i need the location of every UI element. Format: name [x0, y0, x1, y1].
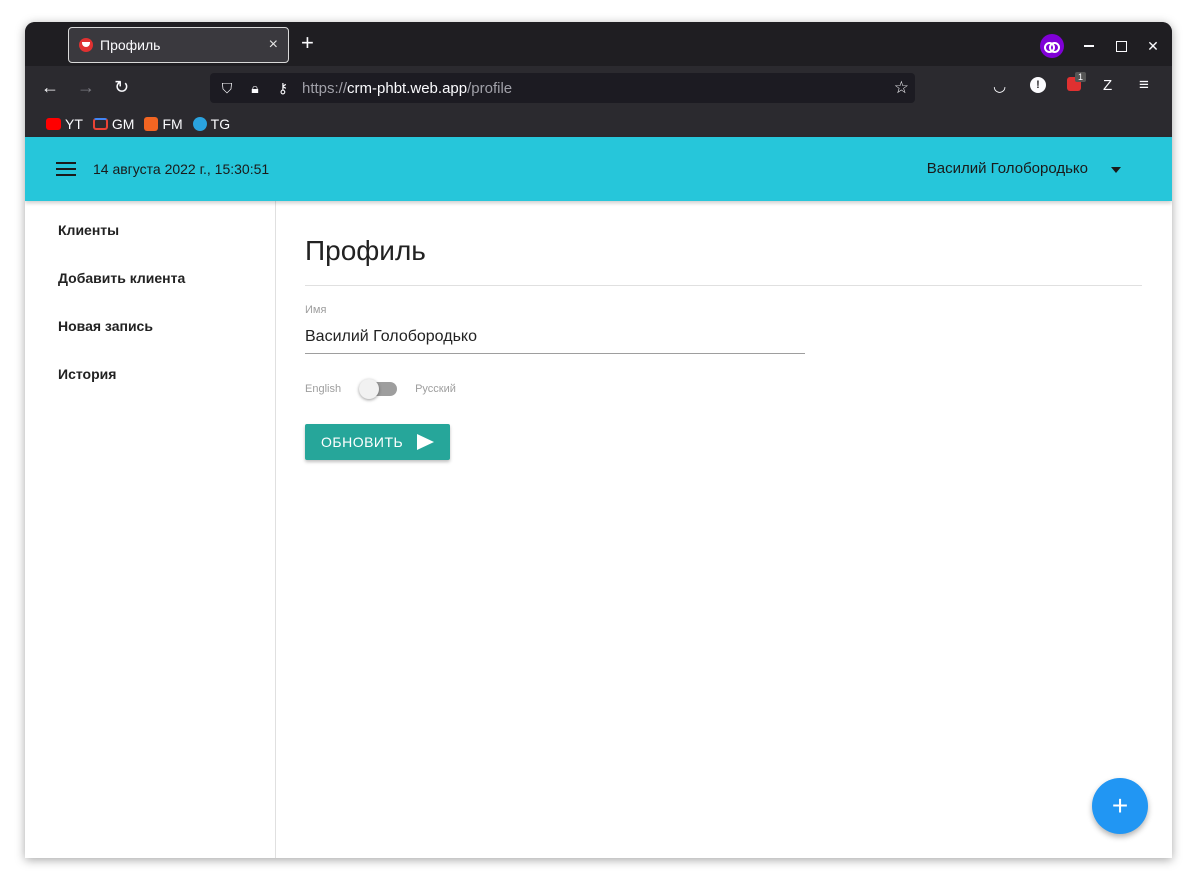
language-switch-row: English Русский: [305, 379, 1142, 399]
minimize-button[interactable]: [1082, 39, 1096, 53]
fm-icon: [144, 116, 159, 131]
sidebar-item-clients[interactable]: Клиенты: [25, 206, 275, 254]
toggle-knob[interactable]: [359, 379, 380, 399]
back-icon[interactable]: ←: [41, 77, 59, 98]
bookmarks-bar: YT GM FM TG: [25, 110, 1172, 137]
url-protocol: https://: [302, 79, 348, 97]
update-button-label: ОБНОВИТЬ: [321, 434, 404, 450]
language-toggle[interactable]: [359, 379, 398, 399]
sidebar-item-history[interactable]: История: [25, 350, 275, 398]
url-bar[interactable]: ⛉ 🔒︎ ⚷ https://crm-phbt.web.app/profile …: [210, 73, 915, 103]
current-datetime: 14 августа 2022 г., 15:30:51: [93, 161, 270, 177]
tab-bar: Профиль × + ✕: [25, 22, 1172, 66]
main-content: Профиль Имя English Русский ОБНОВИТЬ: [305, 201, 1142, 460]
page-title: Профиль: [305, 235, 426, 266]
send-icon: [417, 434, 435, 450]
tab-profile[interactable]: Профиль ×: [68, 27, 289, 63]
user-name-dropdown[interactable]: Василий Голобородько: [927, 160, 1088, 177]
shield-icon[interactable]: ⛉: [218, 80, 236, 97]
chevron-down-icon[interactable]: [1111, 167, 1121, 173]
tab-title: Профиль: [100, 37, 161, 53]
extension-badge: 1: [1075, 72, 1087, 82]
add-fab-button[interactable]: +: [1092, 778, 1148, 834]
bookmark-yt[interactable]: YT: [46, 116, 83, 132]
sidebar-item-add-client[interactable]: Добавить клиента: [25, 254, 275, 302]
new-tab-button[interactable]: +: [301, 32, 314, 54]
name-label: Имя: [305, 304, 327, 316]
browser-window: Профиль × + ✕ ← → ↻ ⛉ 🔒︎ ⚷ https://crm-p…: [25, 22, 1172, 858]
sidebar-item-new-record[interactable]: Новая запись: [25, 302, 275, 350]
window-controls: ✕: [1040, 34, 1160, 58]
reload-icon[interactable]: ↻: [114, 77, 129, 98]
bookmark-tg[interactable]: TG: [192, 116, 230, 132]
tab-close-icon[interactable]: ×: [269, 36, 278, 54]
bookmark-gm[interactable]: GM: [92, 116, 134, 132]
youtube-icon: [46, 117, 61, 130]
browser-chrome: Профиль × + ✕ ← → ↻ ⛉ 🔒︎ ⚷ https://crm-p…: [25, 22, 1172, 137]
nav-bar: ← → ↻ ⛉ 🔒︎ ⚷ https://crm-phbt.web.app/pr…: [25, 66, 1172, 110]
private-mask-icon: [1040, 34, 1064, 58]
bookmark-star-icon[interactable]: ☆: [894, 78, 909, 98]
lock-icon[interactable]: 🔒︎: [246, 80, 264, 97]
lang-english-label: English: [305, 383, 342, 395]
title-divider: [305, 285, 1142, 286]
info-extension-icon[interactable]: !: [1030, 77, 1046, 93]
url-path: /profile: [467, 79, 513, 97]
forward-icon[interactable]: →: [77, 77, 95, 98]
name-input[interactable]: [305, 316, 805, 354]
zotero-icon[interactable]: Z: [1103, 77, 1112, 94]
telegram-icon: [192, 116, 207, 131]
name-field: Имя: [305, 304, 805, 354]
site-favicon-icon: [79, 38, 93, 52]
key-icon[interactable]: ⚷: [274, 80, 292, 97]
hamburger-menu-icon[interactable]: [56, 162, 76, 176]
pocket-icon[interactable]: ◡: [993, 77, 1006, 95]
maximize-button[interactable]: [1114, 39, 1128, 53]
sidebar: Клиенты Добавить клиента Новая запись Ис…: [25, 201, 276, 858]
menu-icon[interactable]: ≡: [1139, 75, 1149, 95]
update-button[interactable]: ОБНОВИТЬ: [305, 424, 451, 460]
close-window-button[interactable]: ✕: [1146, 38, 1160, 54]
app-header: 14 августа 2022 г., 15:30:51 Василий Гол…: [25, 137, 1172, 201]
gmail-icon: [92, 117, 108, 130]
url-host: crm-phbt.web.app: [347, 79, 468, 97]
bookmark-fm[interactable]: FM: [144, 116, 183, 132]
lang-russian-label: Русский: [415, 383, 456, 395]
